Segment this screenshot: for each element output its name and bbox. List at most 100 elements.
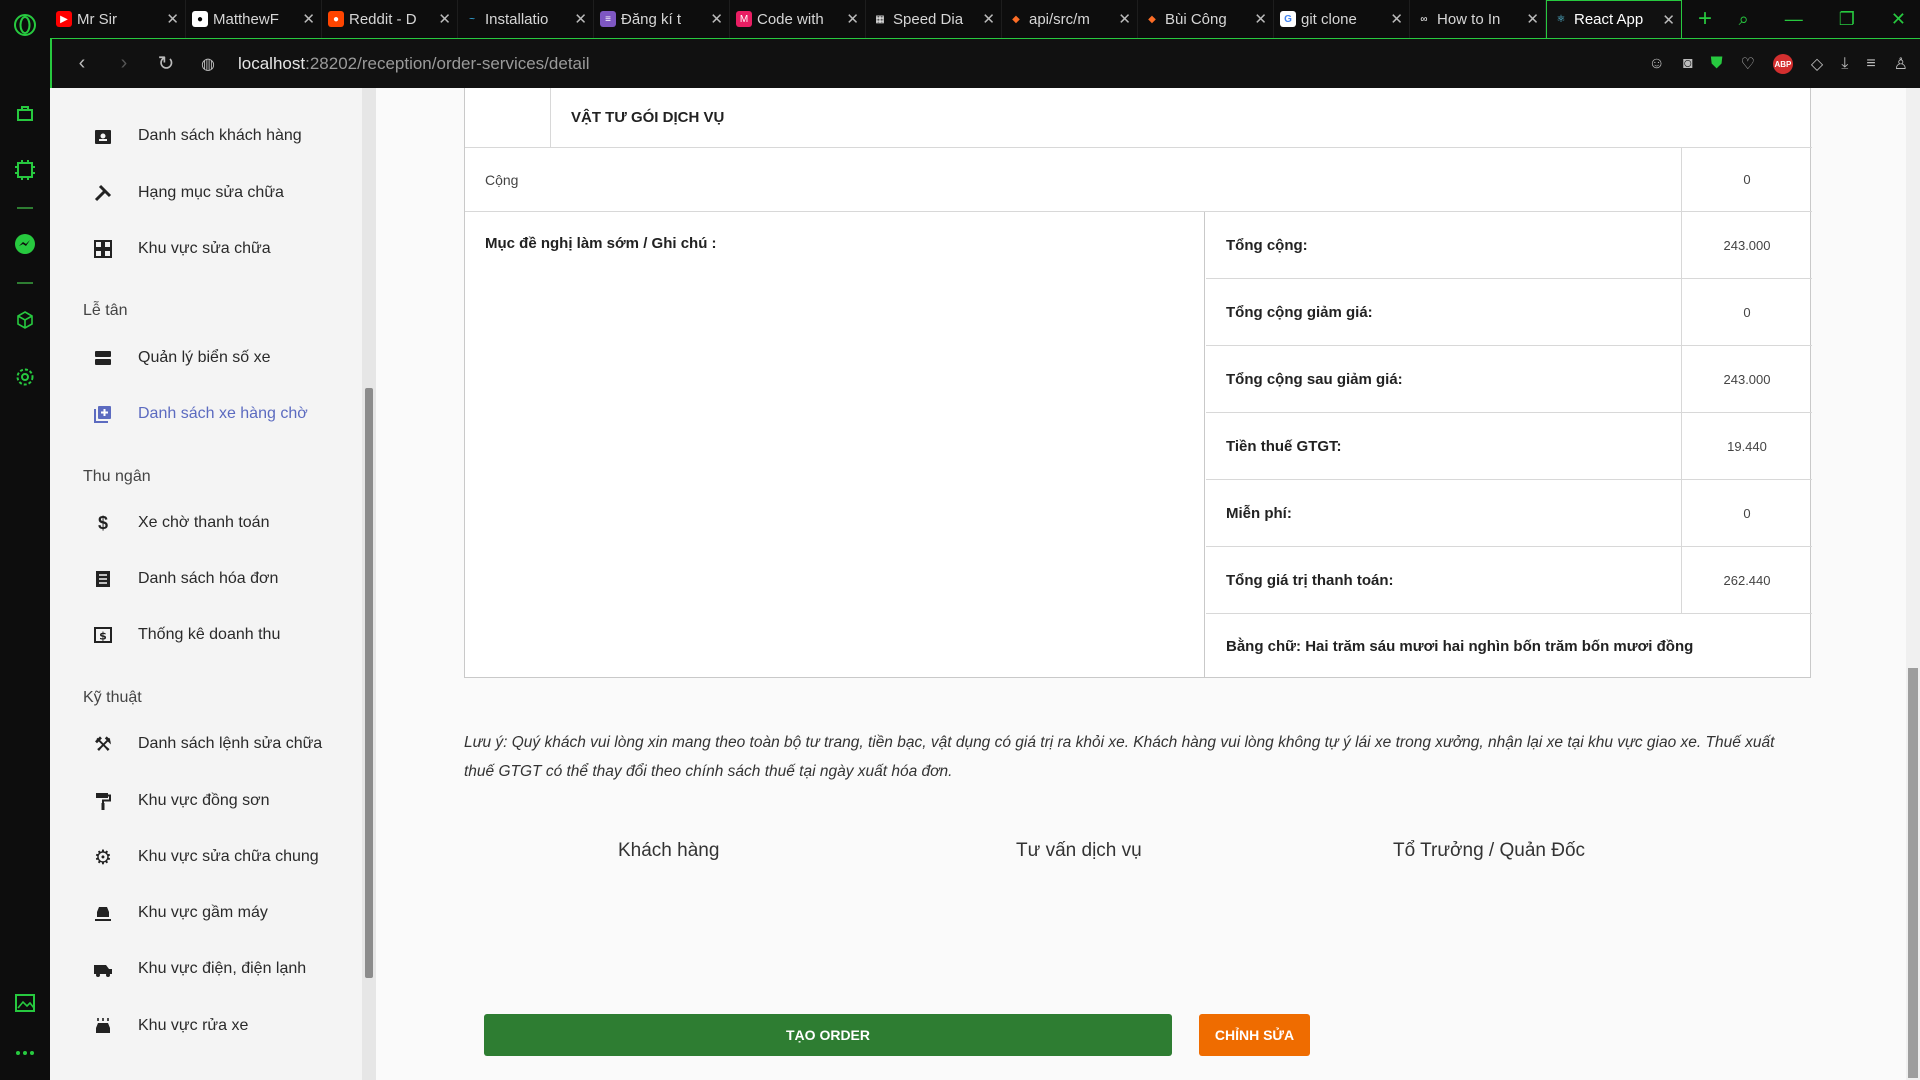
tab-2[interactable]: ● Reddit - D ✕	[322, 0, 458, 38]
new-tab-icon[interactable]: +	[1698, 5, 1712, 33]
emoji-icon[interactable]: ☺	[1649, 55, 1665, 73]
sidebar-item-paint-area[interactable]: Khu vực đồng sơn	[50, 781, 350, 821]
download-icon[interactable]: ⤓	[1841, 55, 1848, 73]
close-tab-icon[interactable]: ✕	[302, 10, 315, 28]
totals-row: Tổng cộng: 243.000	[1206, 212, 1812, 279]
sidebar-item-repair-orders[interactable]: ⚒ Danh sách lệnh sửa chữa	[50, 724, 350, 764]
tab-9[interactable]: Ggit clone ✕	[1274, 0, 1410, 38]
tab-5[interactable]: M Code with ✕	[730, 0, 866, 38]
main-content: VẬT TƯ GÓI DỊCH VỤ Cộng 0 Mục đề nghị là…	[376, 88, 1920, 1080]
minimize-icon[interactable]: —	[1785, 9, 1803, 30]
tab-1[interactable]: ● MatthewF ✕	[186, 0, 322, 38]
totals-panel: Tổng cộng: 243.000 Tổng cộng giảm giá: 0…	[1206, 212, 1812, 678]
shield-icon[interactable]: ⛊	[1711, 55, 1723, 73]
tab-title: api/src/m	[1029, 10, 1090, 28]
sidebar-item-label: Khu vực gầm máy	[138, 904, 268, 921]
heart-icon[interactable]: ♡	[1741, 54, 1755, 74]
edit-button[interactable]: CHỈNH SỬA	[1199, 1014, 1310, 1056]
gallery-icon[interactable]	[12, 990, 38, 1016]
tab-title: Code with	[757, 10, 824, 28]
close-tab-icon[interactable]: ✕	[1662, 11, 1675, 29]
sidebar-item-label: Danh sách xe hàng chờ	[138, 405, 308, 422]
list-icon	[92, 568, 114, 590]
sidebar-item-license-plates[interactable]: Quản lý biển số xe	[50, 338, 350, 378]
sidebar-item-customers[interactable]: Danh sách khách hàng	[50, 116, 350, 156]
shopping-bag-icon[interactable]	[12, 100, 38, 126]
totals-row: Tổng cộng giảm giá: 0	[1206, 279, 1812, 346]
github-icon: ●	[192, 11, 208, 27]
sidebar-item-waiting-list[interactable]: Danh sách xe hàng chờ	[50, 394, 350, 434]
sidebar-item-electrical[interactable]: Khu vực điện, điện lạnh	[50, 949, 350, 989]
tab-10[interactable]: ∞ How to In ✕	[1410, 0, 1546, 38]
adblock-icon[interactable]: ABP	[1772, 54, 1793, 74]
grand-total-value: 262.440	[1681, 547, 1812, 613]
sidebar-item-chassis[interactable]: Khu vực gầm máy	[50, 893, 350, 933]
sidebar-item-awaiting-payment[interactable]: $ Xe chờ thanh toán	[50, 503, 350, 543]
url-path: :28202/reception/order-services/detail	[305, 53, 590, 73]
close-tab-icon[interactable]: ✕	[710, 10, 723, 28]
signature-foreman: Tổ Trưởng / Quản Đốc	[1393, 840, 1586, 861]
camera-icon[interactable]: ◙	[1683, 55, 1693, 73]
search-tabs-icon[interactable]: ⌕	[1739, 9, 1749, 30]
main-scrollbar-thumb[interactable]	[1908, 668, 1918, 1078]
total-discount-value: 0	[1681, 279, 1812, 345]
section-title-tech: Kỹ thuật	[83, 689, 142, 706]
sidebar-item-repair-categories[interactable]: Hạng mục sửa chữa	[50, 173, 350, 213]
sidebar-scrollbar-thumb[interactable]	[365, 388, 373, 978]
tab-title: Installatio	[485, 10, 549, 28]
tab-title: Reddit - D	[349, 10, 417, 28]
sidebar-scrollbar[interactable]	[362, 88, 376, 1080]
close-tab-icon[interactable]: ✕	[1254, 10, 1267, 28]
close-tab-icon[interactable]: ✕	[1526, 10, 1539, 28]
main-scrollbar[interactable]	[1906, 88, 1920, 1080]
cube-icon[interactable]	[12, 307, 38, 333]
site-info-icon[interactable]: ◍	[196, 54, 220, 74]
settings-icon[interactable]	[12, 364, 38, 390]
opera-logo-icon[interactable]	[12, 12, 38, 38]
sidebar-item-general-repair[interactable]: ⚙ Khu vực sửa chữa chung	[50, 837, 350, 877]
close-tab-icon[interactable]: ✕	[846, 10, 859, 28]
signature-customer: Khách hàng	[618, 840, 720, 861]
sidebar-item-revenue[interactable]: $ Thống kê doanh thu	[50, 615, 350, 655]
close-tab-icon[interactable]: ✕	[1390, 10, 1403, 28]
tab-3[interactable]: ~ Installatio ✕	[458, 0, 594, 38]
profile-icon[interactable]: ♙	[1894, 54, 1908, 74]
sidebar-item-repair-areas[interactable]: Khu vực sửa chữa	[50, 229, 350, 269]
add-box-icon	[92, 403, 114, 425]
garage-icon: ⚙	[94, 846, 112, 869]
forward-icon[interactable]: ›	[112, 52, 136, 75]
sidebar-item-label: Khu vực điện, điện lạnh	[138, 960, 307, 977]
sidebar-item-invoices[interactable]: Danh sách hóa đơn	[50, 559, 350, 599]
tab-8[interactable]: ◆ Bùi Công ✕	[1138, 0, 1274, 38]
free-label: Miễn phí:	[1226, 504, 1292, 522]
messenger-icon[interactable]	[12, 231, 38, 257]
tab-6[interactable]: ▦ Speed Dia ✕	[866, 0, 1002, 38]
close-tab-icon[interactable]: ✕	[1118, 10, 1131, 28]
tab-11-active[interactable]: ⚛ React App ✕	[1546, 0, 1682, 38]
free-value: 0	[1681, 480, 1812, 546]
restore-icon[interactable]: ❐	[1839, 9, 1855, 30]
chip-icon[interactable]	[12, 157, 38, 183]
easy-setup-icon[interactable]: ≡	[1866, 55, 1875, 73]
extensions-icon[interactable]: ◇	[1811, 54, 1823, 74]
tab-0[interactable]: ▶ Mr Sir ✕	[50, 0, 186, 38]
url-field[interactable]: localhost:28202/reception/order-services…	[238, 54, 590, 74]
close-tab-icon[interactable]: ✕	[438, 10, 451, 28]
totals-row: Miễn phí: 0	[1206, 480, 1812, 547]
back-icon[interactable]: ‹	[70, 52, 94, 75]
more-icon[interactable]	[12, 1040, 38, 1066]
close-tab-icon[interactable]: ✕	[982, 10, 995, 28]
tab-7[interactable]: ◆ api/src/m ✕	[1002, 0, 1138, 38]
tab-title: git clone	[1301, 10, 1357, 28]
close-tab-icon[interactable]: ✕	[166, 10, 179, 28]
tab-4[interactable]: ≡ Đăng kí t ✕	[594, 0, 730, 38]
notes-panel: Mục đề nghị làm sớm / Ghi chú :	[465, 212, 1205, 678]
tailwind-icon: ~	[469, 13, 475, 25]
svg-text:$: $	[99, 630, 107, 643]
close-window-icon[interactable]: ✕	[1891, 9, 1906, 30]
reload-icon[interactable]: ↻	[154, 51, 178, 76]
close-tab-icon[interactable]: ✕	[574, 10, 587, 28]
tab-title: Đăng kí t	[621, 10, 682, 28]
create-order-button[interactable]: TẠO ORDER	[484, 1014, 1172, 1056]
sidebar-item-car-wash[interactable]: Khu vực rửa xe	[50, 1006, 350, 1046]
